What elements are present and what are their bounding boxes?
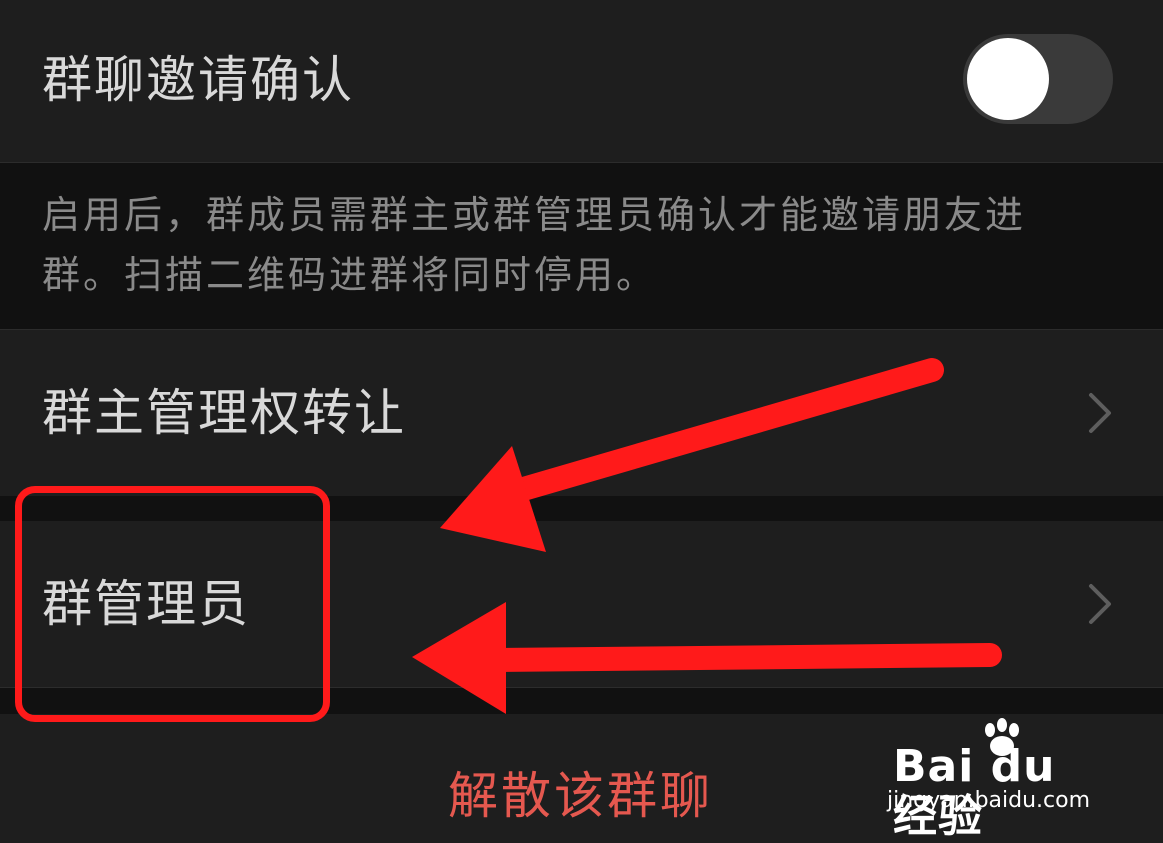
group-settings-screen: 群聊邀请确认 启用后，群成员需群主或群管理员确认才能邀请朋友进群。扫描二维码进群… xyxy=(0,0,1163,843)
watermark-url: jingyan.baidu.com xyxy=(887,788,1091,813)
annotation-arrows xyxy=(412,358,1002,714)
baidu-jingyan-watermark: Bai du 经验 jingyan.baidu.com xyxy=(887,718,1113,842)
annotation-arrow-lower xyxy=(412,602,1002,714)
annotation-arrow-upper xyxy=(440,358,944,552)
